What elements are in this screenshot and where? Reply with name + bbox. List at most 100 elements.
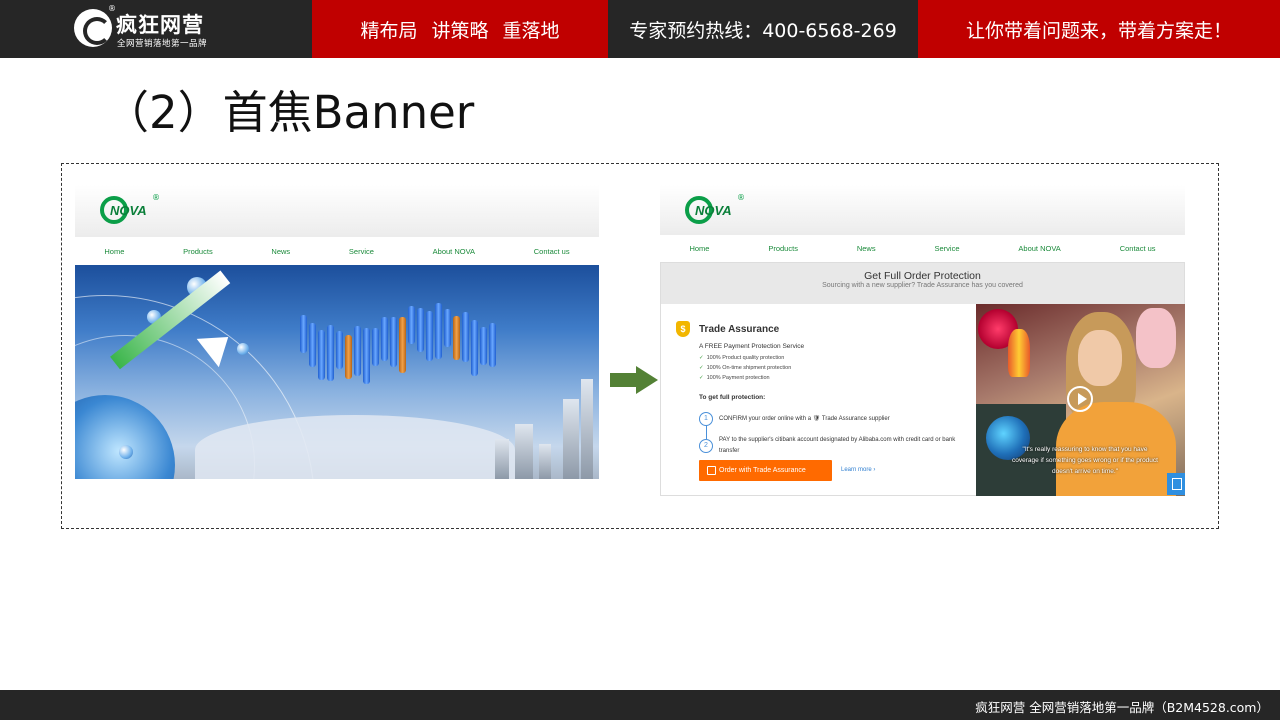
testimonial-video[interactable]: "It's really reassuring to know that you… [976, 304, 1185, 496]
nav-news[interactable]: News [857, 244, 876, 253]
step-number: 2 [699, 439, 713, 453]
battery-cell-icon [444, 309, 451, 347]
battery-cell-icon [372, 328, 379, 366]
speaker-face [1078, 330, 1122, 386]
building [495, 439, 509, 479]
step-connector [706, 425, 707, 439]
original-site-screenshot: NOVA ® Home Products News Service About … [75, 185, 599, 480]
check-icon: ✓ [699, 365, 704, 371]
battery-cell-icon [462, 312, 469, 362]
nova-logo: NOVA ® [685, 193, 747, 229]
battery-cell-icon [363, 328, 370, 384]
battery-cell-icon [381, 317, 388, 361]
brand-name: 疯狂网营 [116, 13, 204, 37]
nova-logo-text: NOVA [110, 203, 147, 218]
learn-more-link[interactable]: Learn more › [841, 467, 875, 473]
battery-cell-icon [309, 323, 316, 367]
bubble-icon [119, 445, 133, 459]
trade-assurance-subtitle: A FREE Payment Protection Service [699, 343, 805, 350]
battery-cell-icon [417, 308, 424, 352]
battery-cell-icon [345, 335, 352, 379]
step-number: 1 [699, 412, 713, 426]
nav-about[interactable]: About NOVA [433, 247, 475, 256]
battery-cell-icon [327, 325, 334, 381]
nav-service[interactable]: Service [935, 244, 960, 253]
redesigned-site-screenshot: NOVA ® Home Products News Service About … [660, 185, 1185, 496]
battery-cell-icon [471, 320, 478, 376]
order-icon [707, 466, 716, 475]
site-header: NOVA ® [660, 185, 1185, 235]
arrow-head [636, 366, 658, 394]
nav-products[interactable]: Products [183, 247, 213, 256]
brand-logo-icon [74, 9, 112, 47]
right-arrow-icon [610, 366, 658, 394]
shield-icon: $ [676, 321, 690, 337]
check-item: ✓ 100% Payment protection [699, 375, 770, 381]
bubble-icon [237, 343, 249, 355]
trade-assurance-info: $ Trade Assurance A FREE Payment Protect… [661, 304, 976, 496]
slogan-banner: 精布局 讲策略 重落地 [312, 0, 608, 58]
nova-reg-mark: ® [737, 193, 745, 202]
battery-cell-icon [318, 330, 325, 380]
check-icon: ✓ [699, 355, 704, 361]
panel-heading: Get Full Order Protection [864, 270, 981, 282]
slide-title: （2）首焦Banner [104, 86, 475, 139]
play-icon[interactable] [1067, 386, 1093, 412]
nav-contact[interactable]: Contact us [534, 247, 570, 256]
get-protection-label: To get full protection: [699, 394, 766, 401]
battery-cell-icon [300, 315, 307, 353]
nova-logo-text: NOVA [695, 203, 732, 218]
building [563, 399, 579, 479]
site-header: NOVA ® [75, 185, 599, 237]
battery-cell-icon [336, 331, 343, 369]
footer-text: 疯狂网营 全网营销落地第一品牌（B2M4528.com） [975, 700, 1269, 715]
order-button-label: Order with Trade Assurance [719, 467, 806, 474]
battery-cell-icon [453, 316, 460, 360]
building [515, 424, 533, 479]
panel-subheading: Sourcing with a new supplier? Trade Assu… [822, 282, 1023, 289]
site-nav: Home Products News Service About NOVA Co… [660, 236, 1185, 260]
footer-bar: 疯狂网营 全网营销落地第一品牌（B2M4528.com） [0, 690, 1280, 720]
feedback-icon[interactable] [1167, 473, 1185, 495]
top-bar: ® 疯狂网营 全网营销落地第一品牌 精布局 讲策略 重落地 专家预约热线：400… [0, 0, 1280, 58]
battery-cell-icon [489, 323, 496, 367]
check-item: ✓ 100% On-time shipment protection [699, 365, 792, 371]
banner-world-map [195, 415, 515, 479]
nav-contact[interactable]: Contact us [1120, 244, 1156, 253]
battery-cell-icon [399, 317, 406, 373]
nova-reg-mark: ® [152, 193, 160, 202]
nav-service[interactable]: Service [349, 247, 374, 256]
brand-slogan: 全网营销落地第一品牌 [117, 39, 208, 49]
tagline-banner: 让你带着问题来，带着方案走！ [918, 0, 1280, 58]
trade-assurance-title: Trade Assurance [699, 324, 780, 335]
nova-logo: NOVA ® [100, 193, 162, 229]
video-quote: "It's really reassuring to know that you… [1012, 446, 1158, 475]
brand-reg-mark: ® [108, 4, 116, 13]
hotline-banner: 专家预约热线：400-6568-269 [608, 0, 918, 58]
nav-products[interactable]: Products [768, 244, 798, 253]
step-text: CONFIRM your order online with a 🛡 Trade… [719, 416, 890, 422]
battery-cell-icon [408, 306, 415, 344]
building [581, 379, 593, 479]
nav-home[interactable]: Home [689, 244, 709, 253]
vase-decor [1008, 329, 1030, 377]
check-icon: ✓ [699, 375, 704, 381]
check-item: ✓ 100% Product quality protection [699, 355, 785, 361]
nav-news[interactable]: News [271, 247, 290, 256]
slide: ® 疯狂网营 全网营销落地第一品牌 精布局 讲策略 重落地 专家预约热线：400… [0, 0, 1280, 720]
order-with-trade-assurance-button[interactable]: Order with Trade Assurance [699, 460, 832, 481]
nav-about[interactable]: About NOVA [1018, 244, 1060, 253]
brand-logo: ® 疯狂网营 全网营销落地第一品牌 [0, 0, 312, 58]
battery-cell-icon [390, 317, 397, 367]
battery-cell-icon [435, 303, 442, 359]
hero-banner-image [75, 265, 599, 479]
nav-home[interactable]: Home [104, 247, 124, 256]
step-text: PAY to the supplier's citibank account d… [719, 437, 956, 454]
building [539, 444, 551, 479]
site-nav: Home Products News Service About NOVA Co… [75, 239, 599, 263]
panel-header: Get Full Order Protection Sourcing with … [661, 263, 1184, 304]
trade-assurance-panel: Get Full Order Protection Sourcing with … [660, 262, 1185, 496]
battery-cell-icon [426, 311, 433, 361]
arrow-shaft [610, 373, 638, 387]
battery-cell-icon [354, 326, 361, 376]
